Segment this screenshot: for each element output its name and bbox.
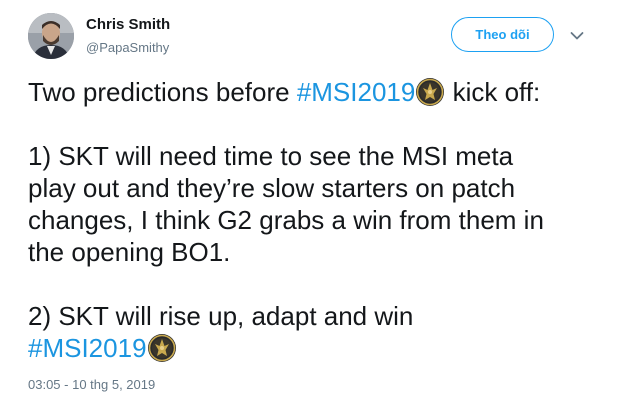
tweet-text-segment: Two predictions before xyxy=(28,77,297,107)
tweet-line: #MSI2019 xyxy=(28,332,618,364)
hashtag-link[interactable]: #MSI2019 xyxy=(28,333,147,363)
tweet-line: the opening BO1. xyxy=(28,237,231,267)
author-name[interactable]: Chris Smith xyxy=(86,15,170,35)
tweet-line: changes, I think G2 grabs a win from the… xyxy=(28,205,544,235)
chevron-down-icon[interactable] xyxy=(570,28,584,40)
msi-trophy-emblem-icon xyxy=(415,77,445,107)
tweet-text: Two predictions before #MSI2019 kick off… xyxy=(28,76,618,364)
hashtag-link[interactable]: #MSI2019 xyxy=(297,77,416,107)
follow-button[interactable]: Theo dõi xyxy=(451,17,554,52)
author-block: Chris Smith @PapaSmithy xyxy=(86,15,170,57)
avatar[interactable] xyxy=(28,13,74,59)
tweet-line: 2) SKT will rise up, adapt and win xyxy=(28,301,414,331)
tweet-line: play out and they’re slow starters on pa… xyxy=(28,173,516,203)
tweet-text-segment: kick off: xyxy=(445,77,541,107)
tweet-line: Two predictions before #MSI2019 kick off… xyxy=(28,76,618,108)
tweet-line: 1) SKT will need time to see the MSI met… xyxy=(28,141,514,171)
author-handle[interactable]: @PapaSmithy xyxy=(86,39,170,57)
tweet-card: Chris Smith @PapaSmithy Theo dõi Two pre… xyxy=(0,0,625,403)
tweet-timestamp[interactable]: 03:05 - 10 thg 5, 2019 xyxy=(28,376,155,394)
msi-trophy-emblem-icon xyxy=(147,333,177,363)
